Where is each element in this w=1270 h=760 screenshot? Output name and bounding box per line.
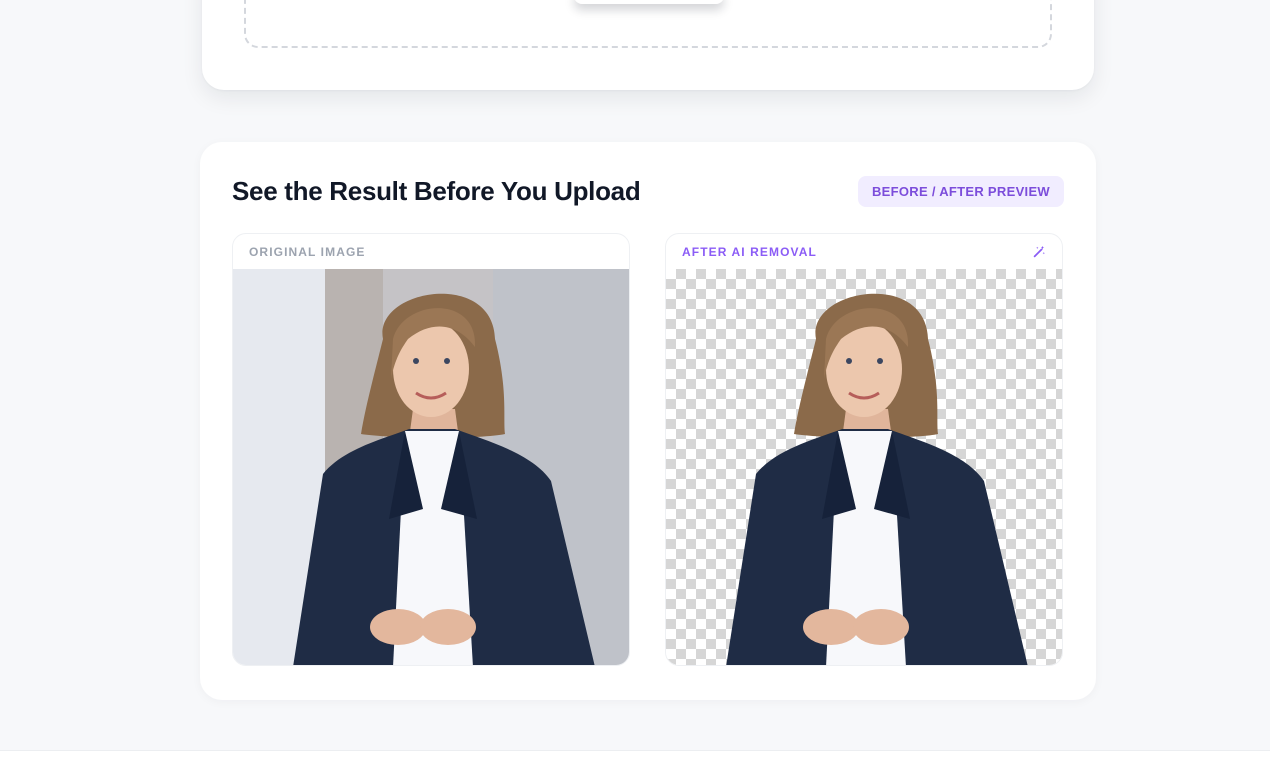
original-image-panel: ORIGINAL IMAGE [232, 233, 630, 666]
original-panel-header: ORIGINAL IMAGE [233, 234, 629, 269]
original-image [233, 269, 629, 665]
upload-card [202, 0, 1094, 90]
after-removal-panel: AFTER AI REMOVAL [665, 233, 1063, 666]
transparent-result-image [666, 269, 1062, 665]
preview-title: See the Result Before You Upload [232, 176, 641, 206]
original-image-label: ORIGINAL IMAGE [249, 244, 366, 259]
upload-button[interactable] [574, 0, 724, 4]
after-panel-header: AFTER AI REMOVAL [666, 234, 1062, 269]
footer-divider [0, 750, 1270, 760]
page: See the Result Before You Upload BEFORE … [0, 0, 1270, 760]
magic-wand-icon [1033, 245, 1046, 257]
person-photo [293, 293, 595, 665]
before-after-badge: BEFORE / AFTER PREVIEW [857, 176, 1064, 207]
person-cutout [726, 293, 1028, 665]
upload-dropzone[interactable] [244, 0, 1052, 48]
after-removal-label: AFTER AI REMOVAL [682, 244, 817, 259]
preview-section: See the Result Before You Upload BEFORE … [200, 142, 1096, 700]
